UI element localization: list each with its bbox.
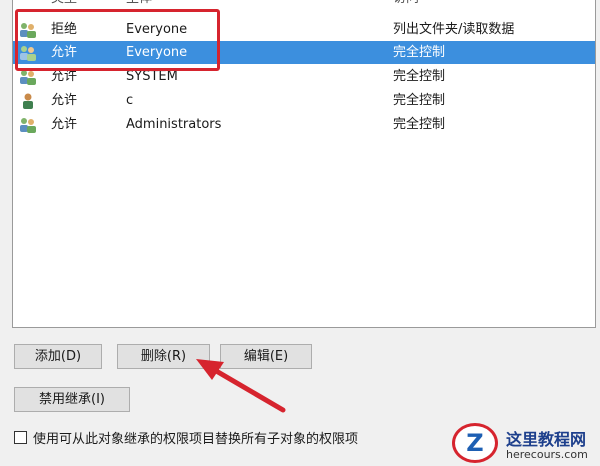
column-header-type[interactable]: 类型	[51, 0, 77, 10]
group-users-icon	[20, 46, 36, 61]
group-users-icon	[20, 118, 36, 133]
replace-child-permissions-checkbox[interactable]	[14, 431, 27, 444]
row-access: 完全控制	[393, 117, 446, 132]
row-principal: c	[126, 93, 134, 108]
edit-button[interactable]: 编辑(E)	[220, 344, 312, 369]
replace-child-permissions-label: 使用可从此对象继承的权限项目替换所有子对象的权限项	[33, 432, 359, 447]
permission-row[interactable]: 允许 c 完全控制	[13, 89, 595, 112]
row-type: 拒绝	[51, 22, 78, 37]
watermark-logo-letter: Z	[466, 429, 484, 457]
permission-row-selected[interactable]: 允许 Everyone 完全控制	[13, 41, 595, 64]
column-header-row: 类型 主体 访问	[13, 0, 595, 10]
watermark-logo-icon: Z	[452, 423, 498, 463]
row-access: 完全控制	[393, 45, 446, 60]
row-access: 完全控制	[393, 69, 446, 84]
row-access: 列出文件夹/读取数据	[393, 22, 515, 37]
watermark-url: herecours.com	[506, 448, 588, 461]
row-principal: Everyone	[126, 45, 188, 60]
row-type: 允许	[51, 117, 78, 132]
row-principal: SYSTEM	[126, 69, 178, 84]
permission-row[interactable]: 允许 Administrators 完全控制	[13, 113, 595, 136]
row-principal: Everyone	[126, 22, 188, 37]
row-type: 允许	[51, 69, 78, 84]
column-header-access[interactable]: 访问	[393, 0, 419, 10]
watermark-title: 这里教程网	[506, 430, 587, 449]
row-access: 完全控制	[393, 93, 446, 108]
row-type: 允许	[51, 93, 78, 108]
disable-inheritance-button[interactable]: 禁用继承(I)	[14, 387, 130, 412]
group-users-icon	[20, 70, 36, 85]
single-user-icon	[23, 93, 33, 109]
add-button[interactable]: 添加(D)	[14, 344, 102, 369]
permission-row[interactable]: 拒绝 Everyone 列出文件夹/读取数据	[13, 18, 595, 41]
row-principal: Administrators	[126, 117, 222, 132]
permission-row[interactable]: 允许 SYSTEM 完全控制	[13, 65, 595, 88]
group-users-icon	[20, 23, 36, 38]
column-header-principal[interactable]: 主体	[126, 0, 152, 10]
remove-button[interactable]: 删除(R)	[117, 344, 210, 369]
row-type: 允许	[51, 45, 78, 60]
permission-entries-list[interactable]: 类型 主体 访问 拒绝 Everyone 列出文件夹/读取数据 允许 Every…	[12, 0, 596, 328]
